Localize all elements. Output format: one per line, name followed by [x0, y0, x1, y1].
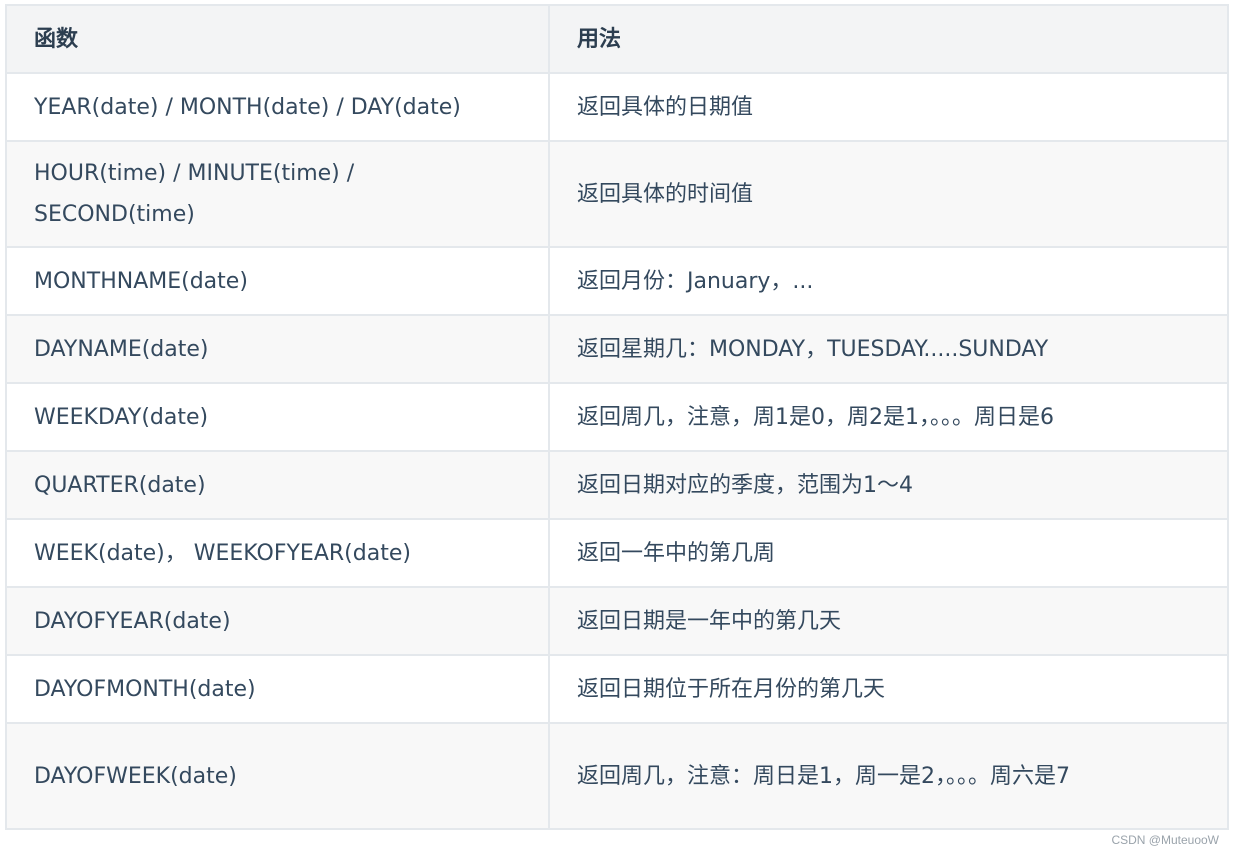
watermark: CSDN @MuteuooW — [1111, 833, 1219, 847]
date-function-table-container: 函数 用法 YEAR(date) / MONTH(date) / DAY(dat… — [5, 4, 1229, 830]
table-row: HOUR(time) / MINUTE(time) / SECOND(time)… — [5, 140, 1229, 248]
table-row: MONTHNAME(date) 返回月份：January，... — [5, 246, 1229, 316]
table-row: WEEKDAY(date) 返回周几，注意，周1是0，周2是1，。。。周日是6 — [5, 382, 1229, 452]
usage-cell: 返回具体的日期值 — [548, 72, 1229, 142]
function-cell: MONTHNAME(date) — [5, 246, 550, 316]
table-row: DAYNAME(date) 返回星期几：MONDAY，TUESDAY.....S… — [5, 314, 1229, 384]
table-header-row: 函数 用法 — [5, 4, 1229, 74]
function-cell: DAYNAME(date) — [5, 314, 550, 384]
usage-cell: 返回日期对应的季度，范围为1～4 — [548, 450, 1229, 520]
function-cell: DAYOFWEEK(date) — [5, 722, 550, 830]
table-row: DAYOFYEAR(date) 返回日期是一年中的第几天 — [5, 586, 1229, 656]
table-row: YEAR(date) / MONTH(date) / DAY(date) 返回具… — [5, 72, 1229, 142]
header-usage: 用法 — [548, 4, 1229, 74]
table-row: WEEK(date)， WEEKOFYEAR(date) 返回一年中的第几周 — [5, 518, 1229, 588]
function-cell: DAYOFMONTH(date) — [5, 654, 550, 724]
function-cell: YEAR(date) / MONTH(date) / DAY(date) — [5, 72, 550, 142]
usage-cell: 返回周几，注意：周日是1，周一是2，。。。周六是7 — [548, 722, 1229, 830]
function-cell: QUARTER(date) — [5, 450, 550, 520]
usage-cell: 返回具体的时间值 — [548, 140, 1229, 248]
table-row: DAYOFMONTH(date) 返回日期位于所在月份的第几天 — [5, 654, 1229, 724]
table-row: QUARTER(date) 返回日期对应的季度，范围为1～4 — [5, 450, 1229, 520]
function-cell: DAYOFYEAR(date) — [5, 586, 550, 656]
function-cell: WEEK(date)， WEEKOFYEAR(date) — [5, 518, 550, 588]
header-function: 函数 — [5, 4, 550, 74]
usage-cell: 返回一年中的第几周 — [548, 518, 1229, 588]
function-cell: WEEKDAY(date) — [5, 382, 550, 452]
date-function-table: 函数 用法 YEAR(date) / MONTH(date) / DAY(dat… — [5, 4, 1229, 830]
usage-cell: 返回星期几：MONDAY，TUESDAY.....SUNDAY — [548, 314, 1229, 384]
usage-cell: 返回日期位于所在月份的第几天 — [548, 654, 1229, 724]
table-row: DAYOFWEEK(date) 返回周几，注意：周日是1，周一是2，。。。周六是… — [5, 722, 1229, 830]
usage-cell: 返回日期是一年中的第几天 — [548, 586, 1229, 656]
function-cell: HOUR(time) / MINUTE(time) / SECOND(time) — [5, 140, 550, 248]
usage-cell: 返回周几，注意，周1是0，周2是1，。。。周日是6 — [548, 382, 1229, 452]
usage-cell: 返回月份：January，... — [548, 246, 1229, 316]
